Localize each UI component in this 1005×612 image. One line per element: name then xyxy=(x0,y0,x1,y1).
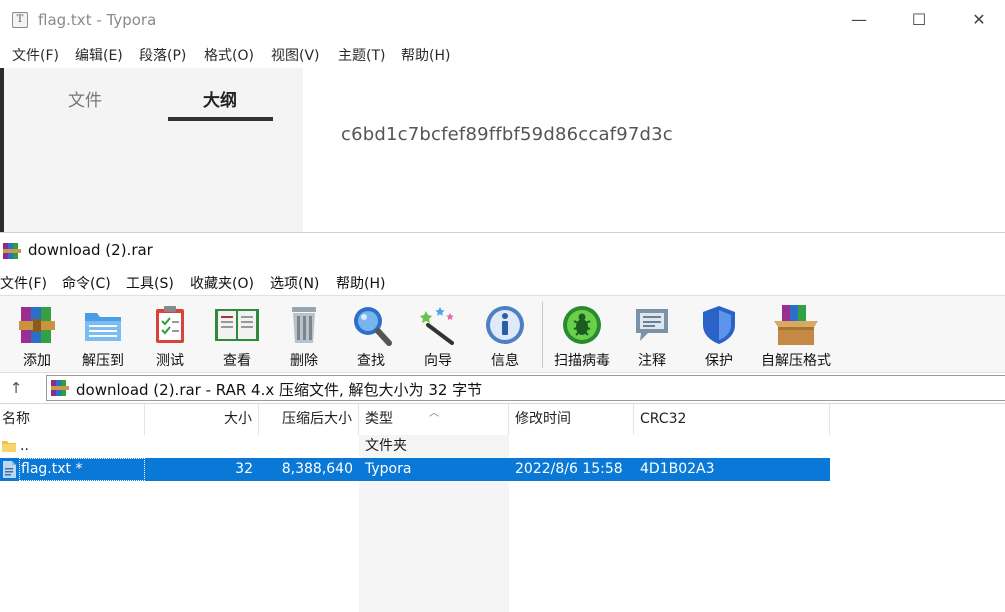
winrar-window: download (2).rar 文件(F) 命令(C) 工具(S) 收藏夹(O… xyxy=(0,232,1005,612)
wizard-wand-icon xyxy=(420,307,454,345)
file-list: 名称 大小 压缩后大小 类型 ︿ 修改时间 CRC32 .. 文件夹 flag.… xyxy=(0,404,1005,612)
typora-menubar: 文件(F) 编辑(E) 段落(P) 格式(O) 视图(V) 主题(T) 帮助(H… xyxy=(0,40,1005,68)
sfx-box-icon xyxy=(774,305,818,345)
address-text: download (2).rar - RAR 4.x 压缩文件, 解包大小为 3… xyxy=(76,381,483,399)
column-header-crc32[interactable]: CRC32 xyxy=(634,404,830,435)
typora-menu-theme[interactable]: 主题(T) xyxy=(338,45,385,65)
sfx-button[interactable]: 自解压格式 xyxy=(761,300,831,370)
virus-scan-button[interactable]: 扫描病毒 xyxy=(550,300,614,370)
find-button[interactable]: 查找 xyxy=(339,300,403,370)
column-header-packed-size[interactable]: 压缩后大小 xyxy=(259,404,359,435)
typora-window-title: flag.txt - Typora xyxy=(38,11,157,29)
winrar-menubar: 文件(F) 命令(C) 工具(S) 收藏夹(O) 选项(N) 帮助(H) xyxy=(0,269,1005,295)
typora-window: T flag.txt - Typora — ☐ ✕ 文件(F) 编辑(E) 段落… xyxy=(0,0,1005,232)
close-icon[interactable]: ✕ xyxy=(950,0,1005,40)
folder-icon xyxy=(2,441,16,452)
winrar-menu-file[interactable]: 文件(F) xyxy=(0,273,47,293)
winrar-menu-options[interactable]: 选项(N) xyxy=(270,273,319,293)
column-header-modified[interactable]: 修改时间 xyxy=(509,404,634,435)
virus-scan-icon xyxy=(563,306,601,344)
delete-button[interactable]: 删除 xyxy=(272,300,336,370)
typora-menu-help[interactable]: 帮助(H) xyxy=(401,45,450,65)
view-book-icon xyxy=(215,309,259,341)
typora-menu-edit[interactable]: 编辑(E) xyxy=(75,45,123,65)
file-crc32: 4D1B02A3 xyxy=(640,461,715,477)
add-archive-icon xyxy=(19,307,55,343)
column-header-name[interactable]: 名称 xyxy=(0,404,145,435)
typora-sidebar: 文件 大纲 xyxy=(4,68,303,232)
shield-icon xyxy=(703,306,735,344)
file-packed-size: 8,388,640 xyxy=(281,461,353,477)
winrar-menu-tools[interactable]: 工具(S) xyxy=(126,273,174,293)
comment-button[interactable]: 注释 xyxy=(620,300,684,370)
document-content[interactable]: c6bd1c7bcfef89ffbf59d86ccaf97d3c xyxy=(341,124,673,145)
text-file-icon xyxy=(3,461,16,478)
typora-menu-view[interactable]: 视图(V) xyxy=(271,45,320,65)
test-button[interactable]: 测试 xyxy=(138,300,202,370)
trash-icon xyxy=(292,307,316,343)
file-size: 32 xyxy=(235,461,253,477)
typora-titlebar[interactable]: T flag.txt - Typora — ☐ ✕ xyxy=(0,0,1005,40)
table-row[interactable]: .. 文件夹 xyxy=(0,435,830,458)
up-arrow-icon[interactable]: ↑ xyxy=(6,378,26,398)
file-modified: 2022/8/6 15:58 xyxy=(515,461,623,477)
file-type: Typora xyxy=(365,461,412,477)
comment-icon xyxy=(636,309,668,341)
extract-to-icon xyxy=(85,313,121,341)
protect-button[interactable]: 保护 xyxy=(687,300,751,370)
info-icon xyxy=(486,306,524,344)
minimize-icon[interactable]: — xyxy=(830,0,888,40)
sfx-label: 自解压格式 xyxy=(761,353,831,369)
file-name: flag.txt * xyxy=(21,461,83,477)
protect-label: 保护 xyxy=(705,353,733,369)
winrar-titlebar[interactable]: download (2).rar xyxy=(0,233,1005,269)
view-button[interactable]: 查看 xyxy=(205,300,269,370)
test-clipboard-icon xyxy=(156,306,184,343)
typora-menu-format[interactable]: 格式(O) xyxy=(204,45,254,65)
winrar-window-title: download (2).rar xyxy=(28,241,153,259)
sort-ascending-icon: ︿ xyxy=(429,408,439,419)
wizard-button[interactable]: 向导 xyxy=(406,300,470,370)
rar-archive-icon xyxy=(51,380,69,396)
column-header-size[interactable]: 大小 xyxy=(145,404,259,435)
file-type: 文件夹 xyxy=(365,438,407,454)
info-button[interactable]: 信息 xyxy=(473,300,537,370)
tab-files[interactable]: 文件 xyxy=(68,86,102,111)
tab-outline[interactable]: 大纲 xyxy=(203,86,237,111)
magnifier-icon xyxy=(354,307,392,346)
add-button[interactable]: 添加 xyxy=(5,300,69,370)
address-field[interactable]: download (2).rar - RAR 4.x 压缩文件, 解包大小为 3… xyxy=(46,375,1005,401)
winrar-menu-commands[interactable]: 命令(C) xyxy=(62,273,111,293)
winrar-toolbar: 添加 解压到 测试 查看 删除 查找 向导 信息 扫描病毒 注释 保护 自解压格… xyxy=(0,295,1005,373)
extract-to-button[interactable]: 解压到 xyxy=(71,300,135,370)
file-name: .. xyxy=(20,438,29,454)
info-label: 信息 xyxy=(491,353,519,369)
maximize-icon[interactable]: ☐ xyxy=(890,0,948,40)
typora-app-icon: T xyxy=(12,12,28,28)
active-tab-indicator xyxy=(168,117,273,121)
typora-menu-file[interactable]: 文件(F) xyxy=(12,45,59,65)
winrar-menu-favorites[interactable]: 收藏夹(O) xyxy=(190,273,254,293)
address-bar: ↑ download (2).rar - RAR 4.x 压缩文件, 解包大小为… xyxy=(0,373,1005,404)
winrar-app-icon xyxy=(3,243,21,259)
winrar-menu-help[interactable]: 帮助(H) xyxy=(336,273,385,293)
table-row[interactable]: flag.txt * 32 8,388,640 Typora 2022/8/6 … xyxy=(0,458,830,481)
typora-menu-paragraph[interactable]: 段落(P) xyxy=(139,45,186,65)
